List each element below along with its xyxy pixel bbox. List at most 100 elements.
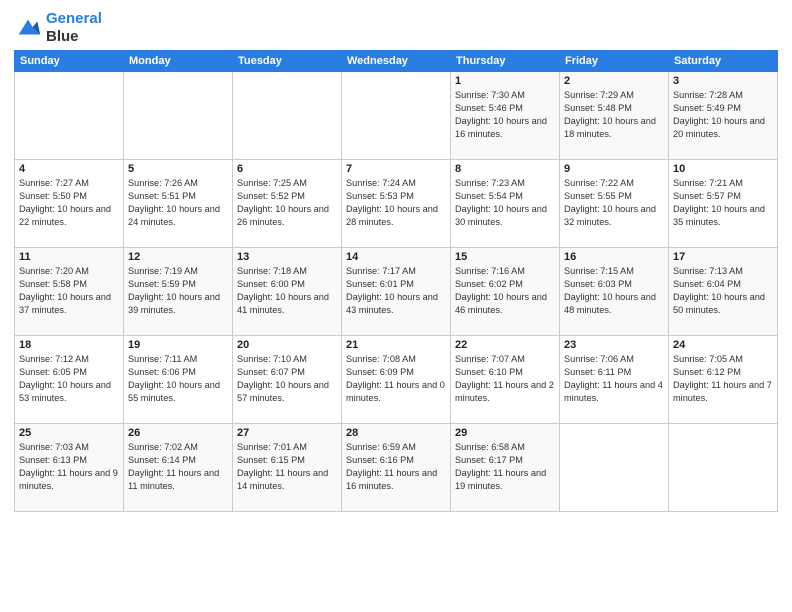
week-row-0: 1 Sunrise: 7:30 AMSunset: 5:46 PMDaylight… bbox=[15, 72, 778, 160]
day-cell: 19 Sunrise: 7:11 AMSunset: 6:06 PMDayligh… bbox=[124, 336, 233, 424]
page-container: General Blue SundayMondayTuesdayWednesda… bbox=[0, 0, 792, 520]
day-info: Sunrise: 7:12 AMSunset: 6:05 PMDaylight:… bbox=[19, 353, 119, 405]
col-header-sunday: Sunday bbox=[15, 51, 124, 72]
day-cell: 8Sunrise: 7:23 AMSunset: 5:54 PMDaylight… bbox=[451, 160, 560, 248]
col-header-saturday: Saturday bbox=[669, 51, 778, 72]
day-cell: 23 Sunrise: 7:06 AMSunset: 6:11 PMDayligh… bbox=[560, 336, 669, 424]
day-info: Sunrise: 7:13 AMSunset: 6:04 PMDaylight:… bbox=[673, 265, 773, 317]
day-info: Sunrise: 7:15 AMSunset: 6:03 PMDaylight:… bbox=[564, 265, 664, 317]
day-cell: 16 Sunrise: 7:15 AMSunset: 6:03 PMDayligh… bbox=[560, 248, 669, 336]
week-row-2: 11 Sunrise: 7:20 AMSunset: 5:58 PMDayligh… bbox=[15, 248, 778, 336]
day-info: Sunrise: 7:21 AMSunset: 5:57 PMDaylight:… bbox=[673, 177, 773, 229]
day-info: Sunrise: 7:11 AMSunset: 6:06 PMDaylight:… bbox=[128, 353, 228, 405]
day-info: Sunrise: 7:19 AMSunset: 5:59 PMDaylight:… bbox=[128, 265, 228, 317]
day-info: Sunrise: 7:20 AMSunset: 5:58 PMDaylight:… bbox=[19, 265, 119, 317]
day-info: Sunrise: 7:25 AMSunset: 5:52 PMDaylight:… bbox=[237, 177, 337, 229]
day-cell: 22Sunrise: 7:07 AMSunset: 6:10 PMDayligh… bbox=[451, 336, 560, 424]
day-number: 12 bbox=[128, 251, 228, 263]
day-cell: 26 Sunrise: 7:02 AMSunset: 6:14 PMDayligh… bbox=[124, 424, 233, 512]
day-number: 4 bbox=[19, 163, 119, 175]
day-number: 17 bbox=[673, 251, 773, 263]
day-cell bbox=[560, 424, 669, 512]
day-info: Sunrise: 7:28 AMSunset: 5:49 PMDaylight:… bbox=[673, 89, 773, 141]
day-cell: 20 Sunrise: 7:10 AMSunset: 6:07 PMDayligh… bbox=[233, 336, 342, 424]
day-info: Sunrise: 7:23 AMSunset: 5:54 PMDaylight:… bbox=[455, 177, 555, 229]
day-info: Sunrise: 7:06 AMSunset: 6:11 PMDaylight:… bbox=[564, 353, 664, 405]
day-number: 16 bbox=[564, 251, 664, 263]
day-cell: 1 Sunrise: 7:30 AMSunset: 5:46 PMDaylight… bbox=[451, 72, 560, 160]
day-info: Sunrise: 7:02 AMSunset: 6:14 PMDaylight:… bbox=[128, 441, 228, 493]
day-cell bbox=[15, 72, 124, 160]
day-number: 24 bbox=[673, 339, 773, 351]
day-number: 21 bbox=[346, 339, 446, 351]
day-number: 15 bbox=[455, 251, 555, 263]
day-cell: 9Sunrise: 7:22 AMSunset: 5:55 PMDaylight… bbox=[560, 160, 669, 248]
day-info: Sunrise: 6:59 AMSunset: 6:16 PMDaylight:… bbox=[346, 441, 446, 493]
day-cell bbox=[342, 72, 451, 160]
day-cell: 3 Sunrise: 7:28 AMSunset: 5:49 PMDaylight… bbox=[669, 72, 778, 160]
logo-icon bbox=[14, 14, 42, 42]
day-cell: 21 Sunrise: 7:08 AMSunset: 6:09 PMDayligh… bbox=[342, 336, 451, 424]
col-header-thursday: Thursday bbox=[451, 51, 560, 72]
day-cell: 11 Sunrise: 7:20 AMSunset: 5:58 PMDayligh… bbox=[15, 248, 124, 336]
logo-text: General Blue bbox=[46, 10, 102, 46]
day-number: 29 bbox=[455, 427, 555, 439]
week-row-3: 18 Sunrise: 7:12 AMSunset: 6:05 PMDayligh… bbox=[15, 336, 778, 424]
day-number: 19 bbox=[128, 339, 228, 351]
day-info: Sunrise: 7:18 AMSunset: 6:00 PMDaylight:… bbox=[237, 265, 337, 317]
day-info: Sunrise: 7:24 AMSunset: 5:53 PMDaylight:… bbox=[346, 177, 446, 229]
day-cell: 24 Sunrise: 7:05 AMSunset: 6:12 PMDayligh… bbox=[669, 336, 778, 424]
day-info: Sunrise: 6:58 AMSunset: 6:17 PMDaylight:… bbox=[455, 441, 555, 493]
day-cell: 15 Sunrise: 7:16 AMSunset: 6:02 PMDayligh… bbox=[451, 248, 560, 336]
day-cell: 10 Sunrise: 7:21 AMSunset: 5:57 PMDayligh… bbox=[669, 160, 778, 248]
day-number: 3 bbox=[673, 75, 773, 87]
day-number: 20 bbox=[237, 339, 337, 351]
day-info: Sunrise: 7:16 AMSunset: 6:02 PMDaylight:… bbox=[455, 265, 555, 317]
day-cell bbox=[669, 424, 778, 512]
week-row-4: 25 Sunrise: 7:03 AMSunset: 6:13 PMDayligh… bbox=[15, 424, 778, 512]
day-number: 26 bbox=[128, 427, 228, 439]
day-cell: 28 Sunrise: 6:59 AMSunset: 6:16 PMDayligh… bbox=[342, 424, 451, 512]
day-number: 25 bbox=[19, 427, 119, 439]
day-number: 2 bbox=[564, 75, 664, 87]
day-info: Sunrise: 7:08 AMSunset: 6:09 PMDaylight:… bbox=[346, 353, 446, 405]
calendar-table: SundayMondayTuesdayWednesdayThursdayFrid… bbox=[14, 50, 778, 512]
day-cell: 7Sunrise: 7:24 AMSunset: 5:53 PMDaylight… bbox=[342, 160, 451, 248]
day-number: 23 bbox=[564, 339, 664, 351]
day-info: Sunrise: 7:03 AMSunset: 6:13 PMDaylight:… bbox=[19, 441, 119, 493]
day-number: 27 bbox=[237, 427, 337, 439]
day-cell: 25 Sunrise: 7:03 AMSunset: 6:13 PMDayligh… bbox=[15, 424, 124, 512]
day-info: Sunrise: 7:10 AMSunset: 6:07 PMDaylight:… bbox=[237, 353, 337, 405]
day-cell: 14 Sunrise: 7:17 AMSunset: 6:01 PMDayligh… bbox=[342, 248, 451, 336]
day-cell: 6 Sunrise: 7:25 AMSunset: 5:52 PMDaylight… bbox=[233, 160, 342, 248]
day-number: 18 bbox=[19, 339, 119, 351]
day-info: Sunrise: 7:30 AMSunset: 5:46 PMDaylight:… bbox=[455, 89, 555, 141]
day-info: Sunrise: 7:29 AMSunset: 5:48 PMDaylight:… bbox=[564, 89, 664, 141]
header-row: SundayMondayTuesdayWednesdayThursdayFrid… bbox=[15, 51, 778, 72]
day-info: Sunrise: 7:17 AMSunset: 6:01 PMDaylight:… bbox=[346, 265, 446, 317]
day-number: 13 bbox=[237, 251, 337, 263]
day-info: Sunrise: 7:01 AMSunset: 6:15 PMDaylight:… bbox=[237, 441, 337, 493]
header: General Blue bbox=[14, 10, 778, 46]
col-header-wednesday: Wednesday bbox=[342, 51, 451, 72]
day-number: 5 bbox=[128, 163, 228, 175]
day-cell: 17 Sunrise: 7:13 AMSunset: 6:04 PMDayligh… bbox=[669, 248, 778, 336]
day-number: 6 bbox=[237, 163, 337, 175]
col-header-monday: Monday bbox=[124, 51, 233, 72]
day-cell: 13 Sunrise: 7:18 AMSunset: 6:00 PMDayligh… bbox=[233, 248, 342, 336]
day-number: 28 bbox=[346, 427, 446, 439]
day-info: Sunrise: 7:05 AMSunset: 6:12 PMDaylight:… bbox=[673, 353, 773, 405]
day-cell: 18 Sunrise: 7:12 AMSunset: 6:05 PMDayligh… bbox=[15, 336, 124, 424]
day-number: 1 bbox=[455, 75, 555, 87]
day-number: 9 bbox=[564, 163, 664, 175]
day-cell: 12 Sunrise: 7:19 AMSunset: 5:59 PMDayligh… bbox=[124, 248, 233, 336]
day-info: Sunrise: 7:27 AMSunset: 5:50 PMDaylight:… bbox=[19, 177, 119, 229]
day-cell: 27 Sunrise: 7:01 AMSunset: 6:15 PMDayligh… bbox=[233, 424, 342, 512]
week-row-1: 4 Sunrise: 7:27 AMSunset: 5:50 PMDaylight… bbox=[15, 160, 778, 248]
day-number: 14 bbox=[346, 251, 446, 263]
day-cell bbox=[124, 72, 233, 160]
day-info: Sunrise: 7:07 AMSunset: 6:10 PMDaylight:… bbox=[455, 353, 555, 405]
day-number: 11 bbox=[19, 251, 119, 263]
day-number: 10 bbox=[673, 163, 773, 175]
day-cell: 2 Sunrise: 7:29 AMSunset: 5:48 PMDaylight… bbox=[560, 72, 669, 160]
